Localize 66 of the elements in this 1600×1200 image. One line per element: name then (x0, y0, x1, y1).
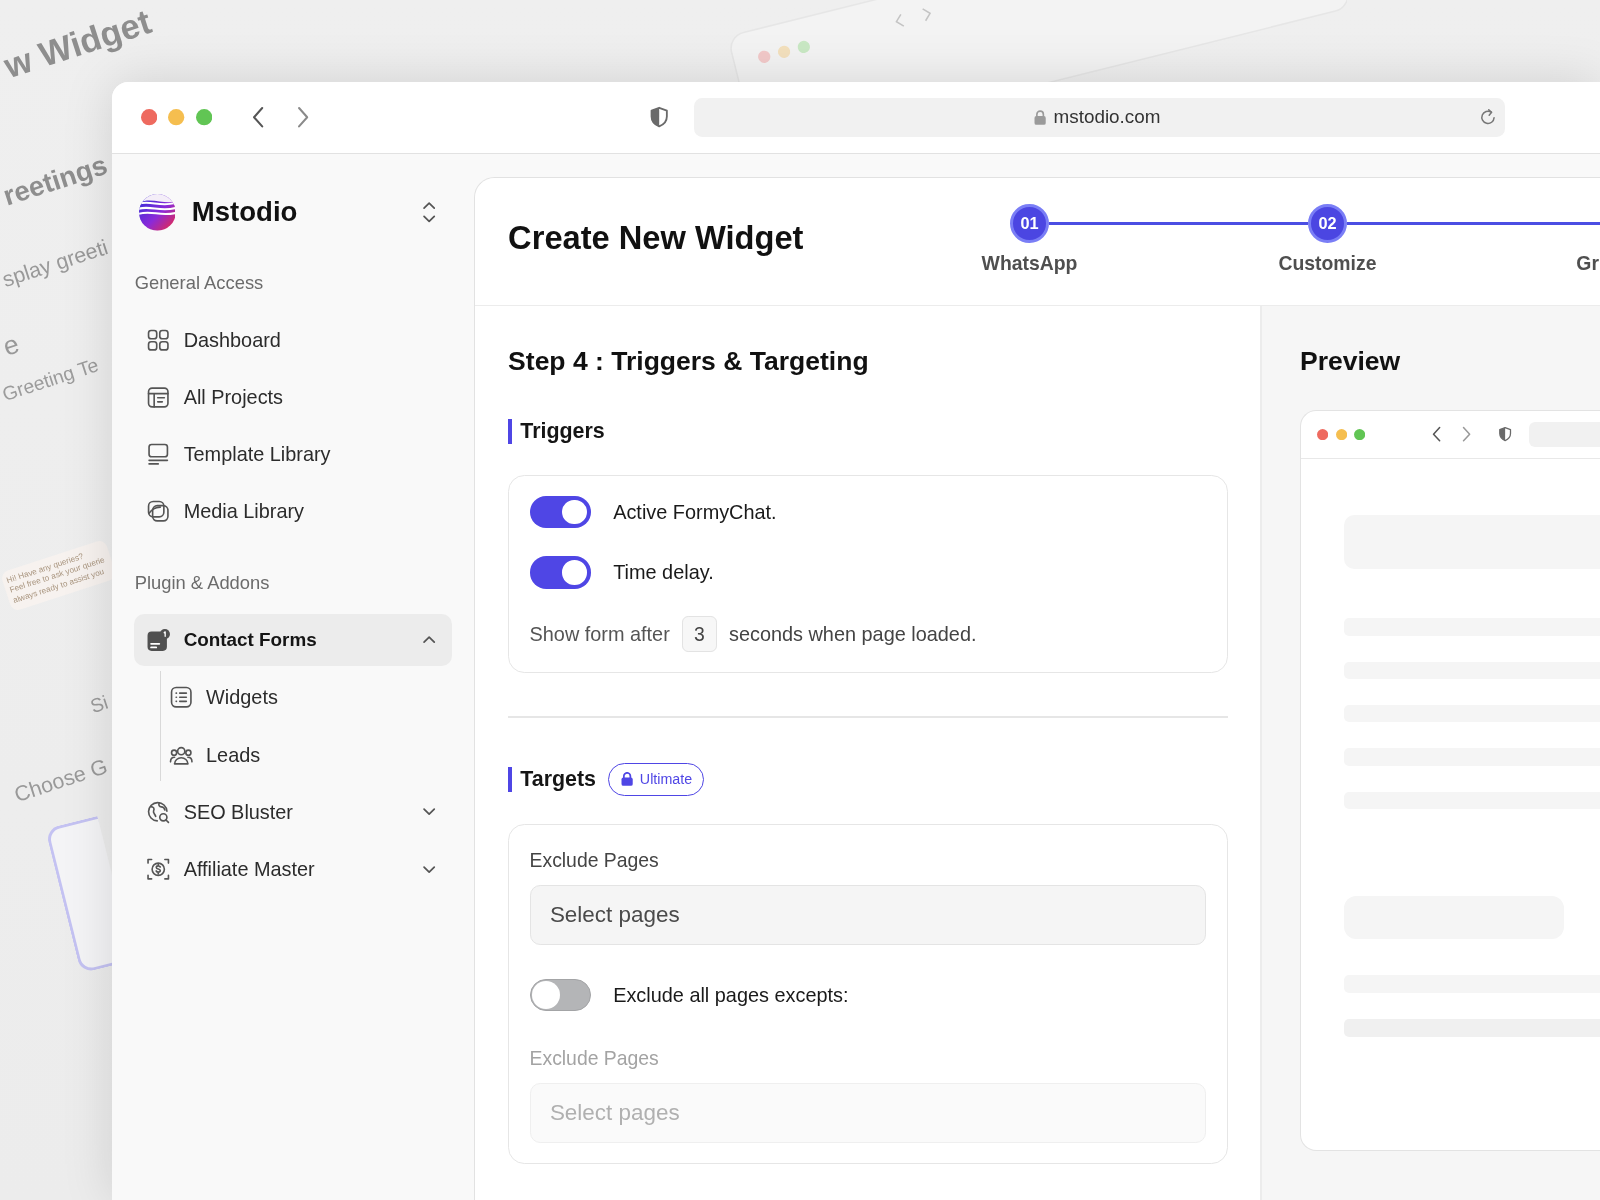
select-field: Select pages (529, 1082, 1207, 1144)
toggle-switch[interactable] (529, 495, 591, 529)
badge-label: Ultimate (639, 771, 693, 788)
backdrop-heading: Choose G (12, 755, 111, 807)
field-label: Exclude Pages (529, 1046, 660, 1071)
close-icon[interactable] (140, 109, 158, 126)
toggle-label: Time delay. (613, 560, 714, 584)
step-number: 02 (1308, 204, 1347, 243)
sidebar-item[interactable]: SEO Bluster (133, 786, 453, 839)
toggle-switch[interactable] (529, 555, 591, 589)
step-number: 01 (1010, 204, 1049, 243)
sidebar-item[interactable]: Affiliate Master (133, 843, 453, 896)
address-field[interactable]: mstodio.com (693, 97, 1505, 137)
monitor-icon (145, 442, 171, 467)
backdrop-description: splay greeti (0, 237, 111, 292)
sidebar-item[interactable]: Contact Forms (133, 614, 453, 667)
step-label: Gr (1576, 251, 1599, 275)
minimize-icon (1335, 428, 1347, 441)
page-title: Create New Widget (508, 218, 804, 259)
dollar-icon (145, 857, 171, 882)
close-icon (1317, 428, 1329, 441)
globe-search-icon (145, 800, 171, 825)
lock-icon (1034, 109, 1047, 125)
shield-icon (1497, 426, 1513, 443)
maximize-icon (1354, 428, 1366, 441)
seconds-field[interactable]: 3 (682, 616, 717, 652)
step-label: Customize (1278, 251, 1377, 275)
gallery-icon (145, 499, 171, 524)
list-icon (169, 685, 194, 710)
backdrop-section-title: reetings (0, 150, 111, 210)
toggle-label: Active FormyChat. (613, 500, 777, 524)
sidebar-item[interactable]: Dashboard (133, 314, 453, 367)
sidebar-subitem[interactable]: Widgets (169, 671, 453, 724)
lock-icon (621, 772, 634, 787)
sidebar-item[interactable]: Media Library (133, 485, 453, 538)
sidebar-subitem[interactable]: Leads (169, 729, 453, 782)
delay-label: seconds when page loaded. (728, 622, 977, 646)
delay-label: Show form after (529, 622, 670, 646)
preview-title: Preview (1299, 344, 1402, 378)
logo-icon (138, 193, 176, 231)
shield-icon[interactable] (648, 106, 670, 129)
step-title: Step 4 : Triggers & Targeting (508, 344, 870, 378)
chevron-up-down-icon[interactable] (421, 199, 438, 225)
backdrop-option-label: Si (87, 692, 111, 717)
table-icon (145, 385, 171, 410)
reload-icon[interactable] (1480, 108, 1497, 127)
backdrop-heading: w Widget (0, 4, 156, 84)
section-heading: Triggers (508, 419, 1228, 444)
section-title: Plugin & Addons (133, 573, 271, 594)
maximize-icon[interactable] (195, 109, 213, 126)
grid-icon (145, 328, 171, 353)
select-field[interactable]: Select pages (529, 884, 1207, 946)
forward-icon[interactable] (296, 106, 310, 129)
field-label: Exclude Pages (529, 848, 660, 873)
toggle-label: Exclude all pages excepts: (613, 983, 849, 1007)
step-label: WhatsApp (981, 251, 1078, 275)
forward-icon (1462, 426, 1472, 443)
brand-name: Mstodio (191, 196, 298, 229)
sidebar-item[interactable]: Template Library (133, 428, 453, 481)
section-heading: Targets (508, 767, 596, 792)
back-icon (1431, 426, 1441, 443)
form-icon (145, 627, 171, 653)
back-icon[interactable] (251, 106, 265, 129)
toggle-switch[interactable] (529, 978, 591, 1012)
section-title: General Access (133, 273, 265, 294)
sidebar-item[interactable]: All Projects (133, 371, 453, 424)
